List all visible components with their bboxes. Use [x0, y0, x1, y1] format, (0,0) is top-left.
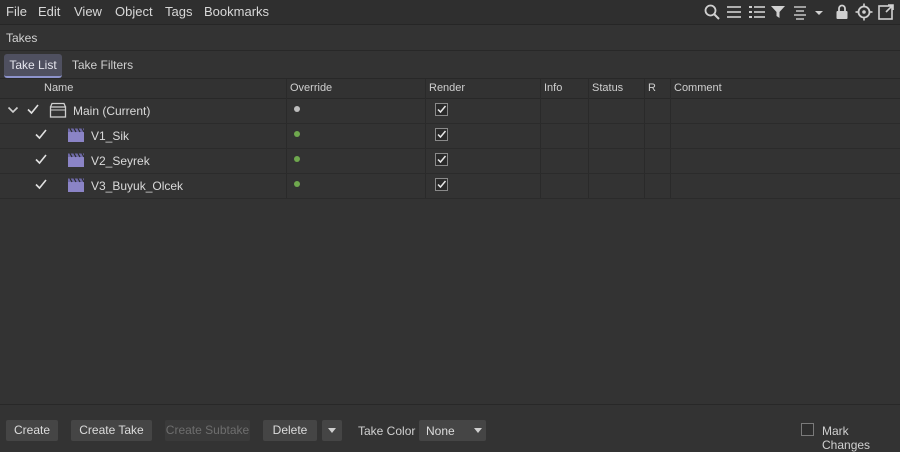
menu-object[interactable]: Object — [115, 4, 153, 19]
column-info[interactable]: Info — [544, 82, 562, 94]
divider — [0, 50, 900, 51]
menu-bookmarks[interactable]: Bookmarks — [204, 4, 269, 19]
take-row[interactable]: V1_Sik — [0, 123, 900, 149]
override-dot[interactable] — [294, 106, 300, 112]
render-checkbox[interactable] — [435, 178, 448, 191]
list-icon[interactable] — [725, 3, 743, 21]
check-icon[interactable] — [34, 177, 48, 191]
take-main-icon — [49, 102, 67, 118]
take-name: V1_Sik — [91, 129, 130, 143]
column-header: Name Override Render Info Status R Comme… — [0, 78, 900, 99]
menubar: File Edit View Object Tags Bookmarks — [0, 0, 900, 25]
column-comment[interactable]: Comment — [674, 82, 722, 94]
take-row-main[interactable]: Main (Current) — [0, 98, 900, 124]
take-row[interactable]: V3_Buyuk_Olcek — [0, 173, 900, 199]
column-render[interactable]: Render — [429, 82, 465, 94]
delete-options-button[interactable] — [322, 420, 342, 441]
bullet-list-icon[interactable] — [748, 3, 766, 21]
lock-icon[interactable] — [833, 3, 851, 21]
divider — [0, 404, 900, 405]
external-window-icon[interactable] — [877, 3, 895, 21]
filter-icon[interactable] — [769, 3, 787, 21]
column-status[interactable]: Status — [592, 82, 623, 94]
render-checkbox[interactable] — [435, 128, 448, 141]
take-name: Main (Current) — [73, 104, 151, 118]
panel-title: Takes — [6, 31, 38, 45]
target-icon[interactable] — [855, 3, 873, 21]
check-icon[interactable] — [34, 152, 48, 166]
take-name: V2_Seyrek — [91, 154, 150, 168]
check-icon[interactable] — [26, 102, 40, 116]
render-checkbox[interactable] — [435, 103, 448, 116]
take-color-select[interactable]: None — [419, 420, 486, 441]
menu-file[interactable]: File — [6, 4, 27, 19]
tab-take-list[interactable]: Take List — [4, 54, 62, 78]
search-icon[interactable] — [703, 3, 721, 21]
override-dot[interactable] — [294, 156, 300, 162]
take-clapper-icon — [67, 152, 85, 168]
take-row[interactable]: V2_Seyrek — [0, 148, 900, 174]
dropdown-icon[interactable] — [813, 3, 825, 21]
override-dot[interactable] — [294, 131, 300, 137]
override-dot[interactable] — [294, 181, 300, 187]
delete-button[interactable]: Delete — [263, 420, 317, 441]
column-name[interactable]: Name — [44, 82, 73, 94]
align-icon[interactable] — [791, 3, 809, 21]
take-color-label: Take Color — [358, 424, 416, 438]
chevron-down-icon — [474, 428, 482, 433]
chevron-down-icon — [328, 428, 336, 433]
take-clapper-icon — [67, 177, 85, 193]
render-checkbox[interactable] — [435, 153, 448, 166]
column-r[interactable]: R — [648, 82, 656, 94]
check-icon[interactable] — [34, 127, 48, 141]
menu-tags[interactable]: Tags — [165, 4, 192, 19]
take-color-value: None — [426, 424, 455, 438]
take-name: V3_Buyuk_Olcek — [91, 179, 184, 193]
chevron-down-icon[interactable] — [7, 104, 19, 116]
column-override[interactable]: Override — [290, 82, 332, 94]
take-clapper-icon — [67, 127, 85, 143]
create-subtake-button[interactable]: Create Subtake — [165, 420, 250, 441]
create-button[interactable]: Create — [6, 420, 58, 441]
tab-take-filters[interactable]: Take Filters — [69, 54, 136, 76]
menu-edit[interactable]: Edit — [38, 4, 60, 19]
mark-changes-checkbox[interactable] — [801, 423, 814, 436]
create-take-button[interactable]: Create Take — [71, 420, 152, 441]
menu-view[interactable]: View — [74, 4, 102, 19]
mark-changes-label[interactable]: Mark Changes — [822, 424, 900, 452]
